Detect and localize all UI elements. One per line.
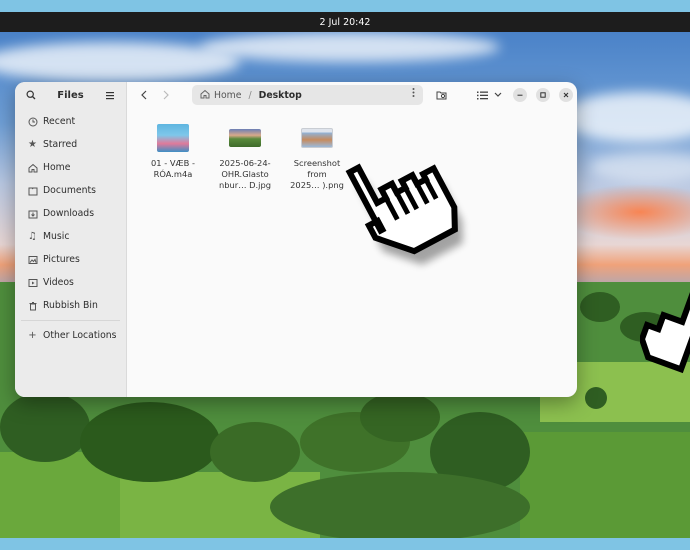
sidebar-item-home[interactable]: Home: [15, 156, 126, 179]
sidebar-separator: [21, 320, 120, 321]
sidebar-item-rubbish-bin[interactable]: Rubbish Bin: [15, 294, 126, 317]
minimize-icon: [517, 94, 523, 96]
sidebar-item-label: Music: [43, 231, 70, 242]
sidebar-item-documents[interactable]: Documents: [15, 179, 126, 202]
sidebar-item-label: Documents: [43, 185, 97, 196]
picture-icon: [27, 254, 38, 265]
view-list-button[interactable]: [472, 85, 492, 105]
search-icon: [26, 90, 36, 100]
breadcrumb-current[interactable]: Desktop: [259, 90, 302, 101]
view-options-button[interactable]: [492, 85, 504, 105]
file-name: 01 - VÆB - RÓA.m4a: [151, 158, 195, 179]
chevron-down-icon: [494, 92, 502, 97]
sidebar-item-downloads[interactable]: Downloads: [15, 202, 126, 225]
file-item[interactable]: Screenshot from 2025… ).png: [281, 124, 353, 191]
file-item[interactable]: 01 - VÆB - RÓA.m4a: [137, 124, 209, 191]
sidebar-item-label: Recent: [43, 116, 76, 127]
close-button[interactable]: [559, 88, 573, 102]
file-item[interactable]: 2025-06-24- OHR.Glasto nbur… D.jpg: [209, 124, 281, 191]
document-icon: [27, 185, 38, 196]
top-bar: 2 Jul 20:42: [0, 12, 690, 32]
clock[interactable]: 2 Jul 20:42: [320, 17, 371, 28]
sidebar-header: Files: [15, 82, 126, 108]
sidebar-item-label: Downloads: [43, 208, 95, 219]
search-button[interactable]: [23, 87, 39, 103]
app-title: Files: [57, 89, 84, 101]
back-button[interactable]: [133, 86, 155, 104]
new-folder-button[interactable]: [432, 85, 452, 105]
path-bar[interactable]: Home / Desktop: [192, 85, 423, 105]
sidebar-item-pictures[interactable]: Pictures: [15, 248, 126, 271]
sidebar-item-label: Pictures: [43, 254, 80, 265]
sidebar-item-recent[interactable]: Recent: [15, 110, 126, 133]
pointing-hand-cursor-icon: [345, 163, 463, 265]
maximize-button[interactable]: [536, 88, 550, 102]
screen-frame-bottom: [0, 538, 690, 550]
audio-thumbnail: [157, 124, 189, 152]
maximize-icon: [540, 92, 546, 98]
file-name: Screenshot from 2025… ).png: [290, 158, 344, 190]
minimize-button[interactable]: [513, 88, 527, 102]
main-menu-button[interactable]: [102, 87, 118, 103]
forward-button[interactable]: [155, 86, 177, 104]
star-icon: ★: [28, 139, 37, 150]
folder-search-icon: [436, 91, 447, 99]
sidebar-item-label: Home: [43, 162, 71, 173]
sidebar-item-other-locations[interactable]: + Other Locations: [15, 324, 126, 347]
clock-icon: [27, 116, 38, 127]
header-actions: [432, 85, 573, 105]
sidebar-item-label: Rubbish Bin: [43, 300, 98, 311]
sidebar-item-starred[interactable]: ★ Starred: [15, 133, 126, 156]
download-icon: [27, 208, 38, 219]
file-name: 2025-06-24- OHR.Glasto nbur… D.jpg: [219, 158, 271, 190]
sidebar-item-videos[interactable]: Videos: [15, 271, 126, 294]
home-icon: [200, 89, 210, 102]
sidebar: Files Recent ★ Starred Home Documents Do…: [15, 82, 127, 397]
chevron-right-icon: [163, 90, 169, 100]
plus-icon: +: [28, 330, 37, 341]
more-vertical-icon: [412, 88, 415, 97]
close-icon: [563, 92, 569, 98]
file-grid: 01 - VÆB - RÓA.m4a 2025-06-24- OHR.Glast…: [137, 124, 353, 191]
list-view-icon: [476, 91, 488, 99]
chevron-left-icon: [141, 90, 147, 100]
screenshot-thumbnail: [301, 128, 333, 148]
hamburger-icon: [105, 91, 114, 99]
breadcrumb-home[interactable]: Home: [214, 90, 241, 101]
screen-frame-top: [0, 0, 690, 12]
video-icon: [27, 277, 38, 288]
sidebar-item-music[interactable]: ♫ Music: [15, 225, 126, 248]
breadcrumb-separator: /: [248, 89, 252, 101]
pointing-hand-cursor-partial-icon: [640, 285, 690, 374]
image-thumbnail: [229, 129, 261, 147]
sidebar-item-label: Starred: [43, 139, 78, 150]
sidebar-item-label: Other Locations: [43, 330, 117, 341]
home-icon: [27, 162, 38, 173]
music-icon: ♫: [28, 231, 37, 242]
trash-icon: [27, 300, 38, 311]
places-list: Recent ★ Starred Home Documents Download…: [15, 110, 126, 347]
sidebar-item-label: Videos: [43, 277, 74, 288]
path-menu-button[interactable]: [412, 87, 415, 101]
